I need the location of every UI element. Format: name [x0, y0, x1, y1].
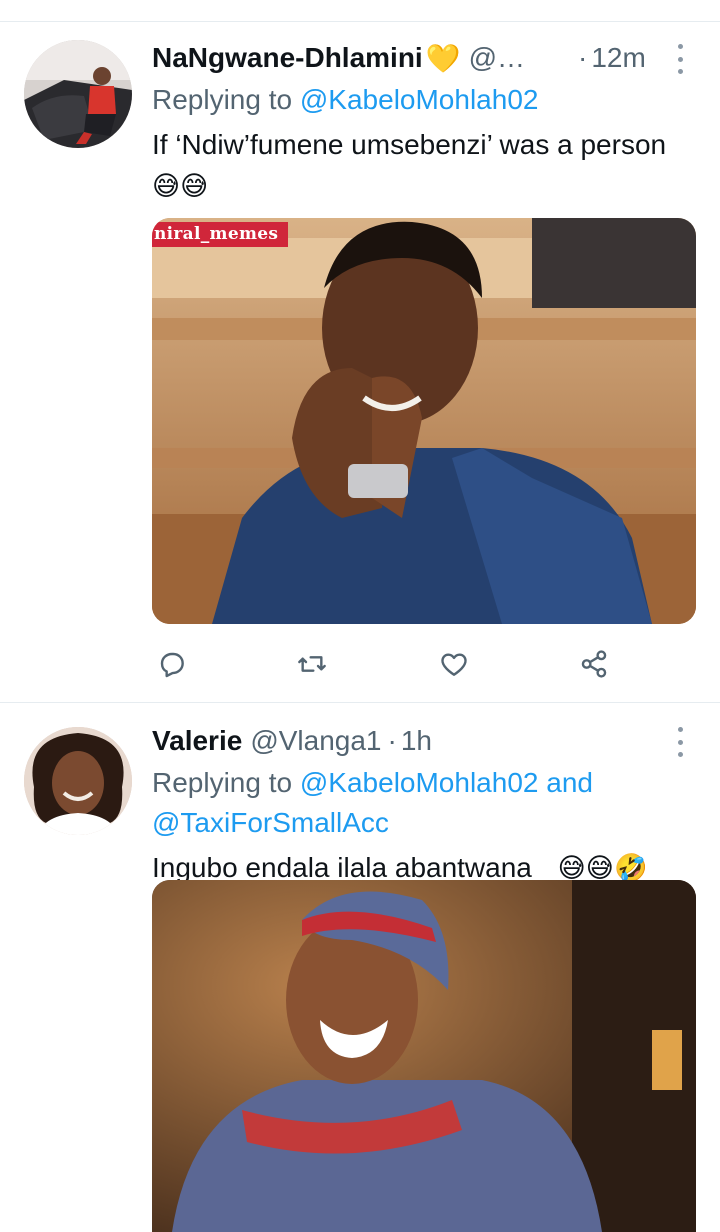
mention-link[interactable]: @KabeloMohlah02: [300, 84, 539, 115]
author-handle[interactable]: @n...: [469, 42, 534, 74]
avatar[interactable]: [24, 40, 132, 148]
mention-and: and: [546, 767, 593, 798]
photo-smiling-man: [152, 218, 696, 624]
tweet-text: If ‘Ndiw’fumene umsebenzi’ was a person …: [152, 124, 680, 207]
yellow-heart-icon: 💛: [425, 42, 461, 74]
action-bar: [152, 644, 692, 684]
avatar-photo: [24, 40, 132, 148]
avatar[interactable]: [24, 727, 132, 835]
replying-prefix: Replying to: [152, 767, 293, 798]
timestamp-group: · 12m: [578, 40, 646, 76]
author-name[interactable]: Valerie: [152, 725, 242, 757]
tweet-text-body: Ingubo endala ilala abantwana: [152, 852, 532, 883]
avatar-photo: [24, 727, 132, 835]
more-options-icon[interactable]: [674, 727, 686, 757]
separator-dot: ·: [578, 42, 588, 73]
reply-icon[interactable]: [152, 644, 192, 684]
tweet-card[interactable]: Valerie @Vlanga1 · 1h Replying to @Kabel…: [0, 703, 720, 1232]
image-watermark: niral_memes: [152, 222, 289, 247]
tweet-text-body: If ‘Ndiw’fumene umsebenzi’ was a person: [152, 129, 667, 160]
tweet-image[interactable]: [152, 880, 696, 1232]
tweet-card[interactable]: NaNgwane-Dhlamini 💛 @n... · 12m Replying…: [0, 22, 720, 702]
replying-prefix: Replying to: [152, 84, 293, 115]
author-name[interactable]: NaNgwane-Dhlamini: [152, 42, 423, 74]
tweet-header: Valerie @Vlanga1 · 1h: [152, 723, 640, 759]
tweet-image[interactable]: niral_memes: [152, 218, 696, 624]
more-options-icon[interactable]: [674, 44, 686, 74]
replying-to: Replying to @KabeloMohlah02 and @TaxiFor…: [152, 763, 660, 843]
replying-to: Replying to @KabeloMohlah02: [152, 80, 660, 120]
author-handle[interactable]: @Vlanga1: [250, 725, 381, 757]
mention-link[interactable]: @TaxiForSmallAcc: [152, 807, 389, 838]
tweet-header: NaNgwane-Dhlamini 💛 @n...: [152, 40, 640, 76]
mention-link[interactable]: @KabeloMohlah02: [300, 767, 539, 798]
photo-laughing-woman: [152, 880, 696, 1232]
timestamp[interactable]: 1h: [401, 725, 432, 757]
emoji-group: 😅😅: [152, 171, 209, 201]
separator-dot: ·: [387, 725, 397, 756]
retweet-icon[interactable]: [292, 644, 332, 684]
like-icon[interactable]: [434, 644, 474, 684]
share-icon[interactable]: [574, 644, 614, 684]
timestamp[interactable]: 12m: [591, 42, 645, 74]
